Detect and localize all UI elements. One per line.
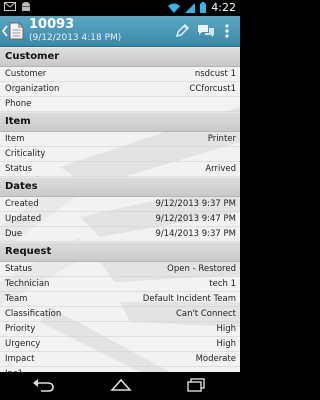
signal-icon: [185, 2, 196, 13]
action-bar: 10093 (9/12/2013 4:18 PM): [0, 16, 240, 47]
field-value: 9/12/2013 9:47 PM: [155, 214, 236, 224]
field-label: Technician: [5, 279, 50, 289]
field-value: 9/14/2013 9:37 PM: [155, 229, 236, 239]
field-value: Moderate: [195, 354, 236, 364]
wifi-icon: [168, 3, 181, 13]
section-header-customer: Customer: [0, 47, 240, 67]
android-debug-icon: [22, 2, 30, 11]
field-label: Priority: [5, 324, 36, 334]
detail-row: Classification Can't Connect: [0, 307, 240, 322]
field-label: Urgency: [5, 339, 41, 349]
field-value: Default Incident Team: [142, 294, 236, 304]
field-value: Can't Connect: [175, 309, 236, 319]
document-icon: [9, 22, 24, 40]
status-bar: 4:22: [0, 0, 240, 16]
recent-apps-icon[interactable]: [186, 378, 206, 392]
section-header-dates: Dates: [0, 177, 240, 197]
field-label: Status: [5, 264, 33, 274]
field-label: Item: [5, 134, 25, 144]
edit-icon[interactable]: [174, 23, 190, 39]
status-time: 4:22: [211, 1, 236, 14]
detail-row: Criticality: [0, 147, 240, 162]
navigation-bar: [0, 372, 240, 400]
field-value: Open - Restored: [167, 264, 236, 274]
section-header-item: Item: [0, 112, 240, 132]
home-icon[interactable]: [110, 378, 132, 392]
ticket-title: 10093: [29, 17, 75, 32]
field-label: Classification: [5, 309, 62, 319]
gmail-icon: [4, 2, 16, 11]
detail-row: Updated 9/12/2013 9:47 PM: [0, 212, 240, 227]
field-value: tech 1: [209, 279, 236, 289]
overflow-icon[interactable]: [224, 23, 230, 39]
field-value: Arrived: [205, 164, 236, 174]
field-value: nsdcust 1: [194, 69, 236, 79]
detail-row: Priority High: [0, 322, 240, 337]
detail-row: Team Default Incident Team: [0, 292, 240, 307]
detail-row: Due 9/14/2013 9:37 PM: [0, 227, 240, 242]
detail-row: Impact Moderate: [0, 352, 240, 367]
field-label: Criticality: [5, 149, 46, 159]
field-value: High: [216, 339, 236, 349]
detail-row: Customer nsdcust 1: [0, 67, 240, 82]
field-label: Customer: [5, 69, 47, 79]
section-header-request: Request: [0, 242, 240, 262]
field-label: Due: [5, 229, 23, 239]
field-label: Phone: [5, 99, 32, 109]
field-label: Impact: [5, 354, 35, 364]
field-label: Updated: [5, 214, 42, 224]
detail-row: Urgency High: [0, 337, 240, 352]
detail-row: Organization CCforcust1: [0, 82, 240, 97]
field-value: 9/12/2013 9:37 PM: [155, 199, 236, 209]
field-label: Team: [5, 294, 28, 304]
detail-row: Created 9/12/2013 9:37 PM: [0, 197, 240, 212]
chat-icon[interactable]: [197, 23, 215, 39]
detail-row: Item Printer: [0, 132, 240, 147]
field-value: CCforcust1: [189, 84, 236, 94]
field-label: Created: [5, 199, 39, 209]
back-nav-icon[interactable]: [33, 378, 55, 392]
detail-row: Technician tech 1: [0, 277, 240, 292]
ticket-details[interactable]: Customer Customer nsdcust 1 Organization CCf…: [0, 47, 240, 372]
battery-icon: [200, 2, 207, 13]
detail-row: Status Arrived: [0, 162, 240, 177]
ticket-subtitle: (9/12/2013 4:18 PM): [29, 33, 122, 43]
field-value: Printer: [207, 134, 236, 144]
field-value: High: [216, 324, 236, 334]
detail-row: Phone: [0, 97, 240, 112]
field-label: Organization: [5, 84, 60, 94]
field-label: Status: [5, 164, 33, 174]
detail-row: Status Open - Restored: [0, 262, 240, 277]
back-icon[interactable]: [2, 25, 8, 37]
